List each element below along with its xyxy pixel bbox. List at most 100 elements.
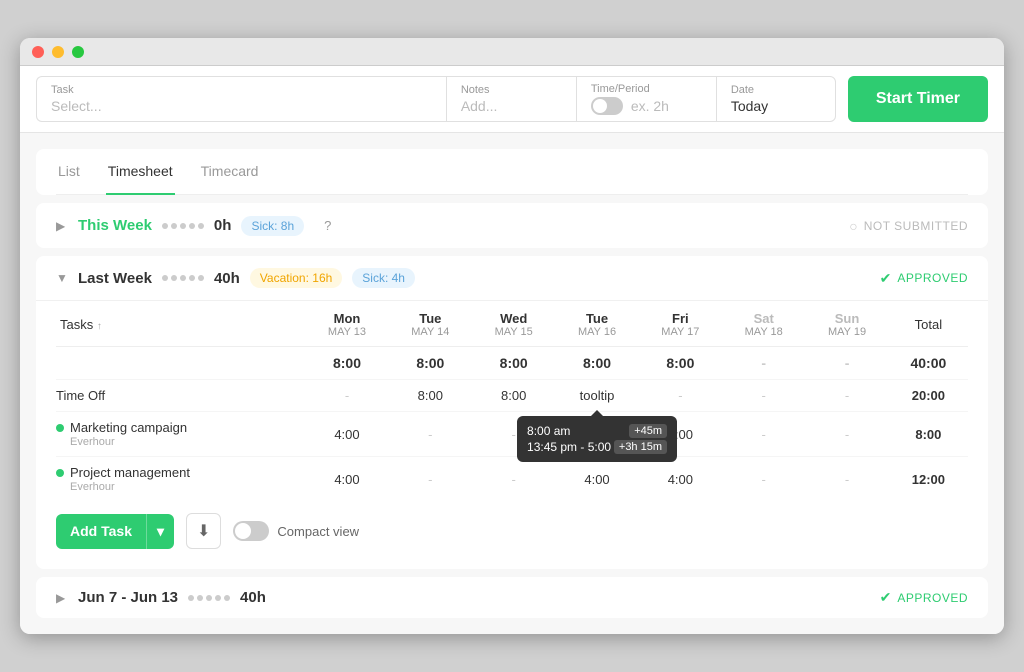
jun-section[interactable]: ▶ Jun 7 - Jun 13 40h ✔ APPROVED: [36, 577, 988, 618]
download-icon: ⬇: [197, 523, 210, 540]
approved-check-icon: ✔: [880, 270, 892, 287]
col-sat: Sat MAY 18: [722, 301, 805, 347]
jun-dots: [188, 595, 230, 601]
project-sat: -: [722, 457, 805, 502]
this-week-panel: ▶ This Week 0h Sick: 8h ? ○ NOT SUBMITTE…: [36, 203, 988, 248]
this-week-status: ○ NOT SUBMITTED: [849, 218, 968, 234]
date-label: Date: [731, 84, 821, 96]
last-week-hours: 40h: [214, 270, 240, 287]
date-field[interactable]: Date Today: [716, 76, 836, 122]
col-wed: Wed MAY 15: [472, 301, 555, 347]
col-mon: Mon MAY 13: [305, 301, 388, 347]
this-week-info-icon[interactable]: ?: [314, 215, 341, 236]
timeperiod-label: Time/Period: [591, 83, 702, 95]
col-tue14: Tue MAY 14: [389, 301, 472, 347]
last-week-dots: [162, 275, 204, 281]
close-button[interactable]: [32, 46, 44, 58]
total-fri: 8:00: [639, 347, 722, 380]
project-mon[interactable]: 4:00: [305, 457, 388, 502]
app-window: Task Select... Notes Add... Time/Period …: [20, 38, 1004, 634]
marketing-sat: -: [722, 412, 805, 457]
timeoff-sun: -: [805, 380, 888, 412]
total-wed: 8:00: [472, 347, 555, 380]
last-week-panel: ▼ Last Week 40h Vacation: 16h Sick: 4h ✔…: [36, 256, 988, 569]
project-tue16[interactable]: 4:00: [555, 457, 638, 502]
last-week-header[interactable]: ▼ Last Week 40h Vacation: 16h Sick: 4h ✔…: [36, 256, 988, 301]
timeoff-tue16: tooltip 8:00 am +45m 13:45 pm - 5:00 +3h…: [555, 380, 638, 412]
tab-list[interactable]: List: [56, 149, 82, 195]
table-row: Marketing campaign Everhour 4:00 - - - 4…: [56, 412, 968, 457]
timeoff-fri: -: [639, 380, 722, 412]
project-fri[interactable]: 4:00: [639, 457, 722, 502]
marketing-mon[interactable]: 4:00: [305, 412, 388, 457]
tab-timecard[interactable]: Timecard: [199, 149, 261, 195]
tasks-sort-icon[interactable]: ↑: [97, 321, 102, 332]
table-row: Time Off - 8:00 8:00 tooltip 8:00 am: [56, 380, 968, 412]
compact-view-toggle: Compact view: [233, 521, 359, 541]
timeoff-total: 20:00: [889, 380, 968, 412]
date-value: Today: [731, 98, 821, 114]
col-total: Total: [889, 301, 968, 347]
marketing-fri[interactable]: 4:00: [639, 412, 722, 457]
timesheet-grid: Tasks ↑ Mon MAY 13 Tue MAY 14: [36, 301, 988, 569]
last-week-title: Last Week: [78, 270, 152, 287]
timeoff-tue14: 8:00: [389, 380, 472, 412]
grid-table: Tasks ↑ Mon MAY 13 Tue MAY 14: [56, 301, 968, 501]
total-sat: -: [722, 347, 805, 380]
marketing-tue16: -: [555, 412, 638, 457]
this-week-title: This Week: [78, 217, 152, 234]
compact-switch[interactable]: [233, 521, 269, 541]
col-tue16: Tue MAY 16: [555, 301, 638, 347]
marketing-wed: -: [472, 412, 555, 457]
project-tue14: -: [389, 457, 472, 502]
project-sun: -: [805, 457, 888, 502]
task-value: Select...: [51, 98, 432, 114]
start-timer-button[interactable]: Start Timer: [848, 76, 988, 122]
tab-timesheet[interactable]: Timesheet: [106, 149, 175, 195]
table-row: 8:00 8:00 8:00 8:00 8:00 - - 40:00: [56, 347, 968, 380]
not-submitted-icon: ○: [849, 218, 857, 234]
total-tue16: 8:00: [555, 347, 638, 380]
this-week-dots: [162, 223, 204, 229]
last-week-status-text: APPROVED: [897, 271, 968, 285]
col-fri: Fri MAY 17: [639, 301, 722, 347]
total-total: 40:00: [889, 347, 968, 380]
task-dot-icon: [56, 469, 64, 477]
marketing-sun: -: [805, 412, 888, 457]
task-field[interactable]: Task Select...: [36, 76, 446, 122]
jun-approved-icon: ✔: [880, 589, 892, 606]
this-week-sick-badge: Sick: 8h: [241, 216, 304, 236]
notes-label: Notes: [461, 84, 562, 96]
tabs-container: List Timesheet Timecard: [56, 149, 968, 195]
total-mon: 8:00: [305, 347, 388, 380]
table-row: Project management Everhour 4:00 - - 4:0…: [56, 457, 968, 502]
add-task-arrow-icon[interactable]: ▾: [146, 514, 174, 549]
timeoff-task: Time Off: [56, 380, 305, 412]
project-task: Project management Everhour: [56, 457, 305, 502]
timeoff-wed: 8:00: [472, 380, 555, 412]
notes-field[interactable]: Notes Add...: [446, 76, 576, 122]
notes-value: Add...: [461, 98, 562, 114]
jun-status-text: APPROVED: [897, 591, 968, 605]
maximize-button[interactable]: [72, 46, 84, 58]
main-content: List Timesheet Timecard ▶ This Week: [20, 133, 1004, 634]
this-week-hours: 0h: [214, 217, 232, 234]
jun-title: Jun 7 - Jun 13: [78, 589, 178, 606]
last-week-status: ✔ APPROVED: [880, 270, 968, 287]
timeoff-mon: -: [305, 380, 388, 412]
bottom-bar: Add Task ▾ ⬇ Compact view: [56, 501, 968, 553]
timeoff-sat: -: [722, 380, 805, 412]
add-task-button[interactable]: Add Task ▾: [56, 514, 174, 549]
timeperiod-field[interactable]: Time/Period ex. 2h: [576, 76, 716, 122]
marketing-tue14: -: [389, 412, 472, 457]
titlebar: [20, 38, 1004, 66]
project-wed: -: [472, 457, 555, 502]
minimize-button[interactable]: [52, 46, 64, 58]
task-label: Task: [51, 84, 432, 96]
timer-bar: Task Select... Notes Add... Time/Period …: [20, 66, 1004, 133]
this-week-header[interactable]: ▶ This Week 0h Sick: 8h ? ○ NOT SUBMITTE…: [36, 203, 988, 248]
last-week-sick-badge: Sick: 4h: [352, 268, 415, 288]
timeperiod-toggle[interactable]: [591, 97, 623, 115]
download-button[interactable]: ⬇: [186, 513, 221, 549]
marketing-total: 8:00: [889, 412, 968, 457]
